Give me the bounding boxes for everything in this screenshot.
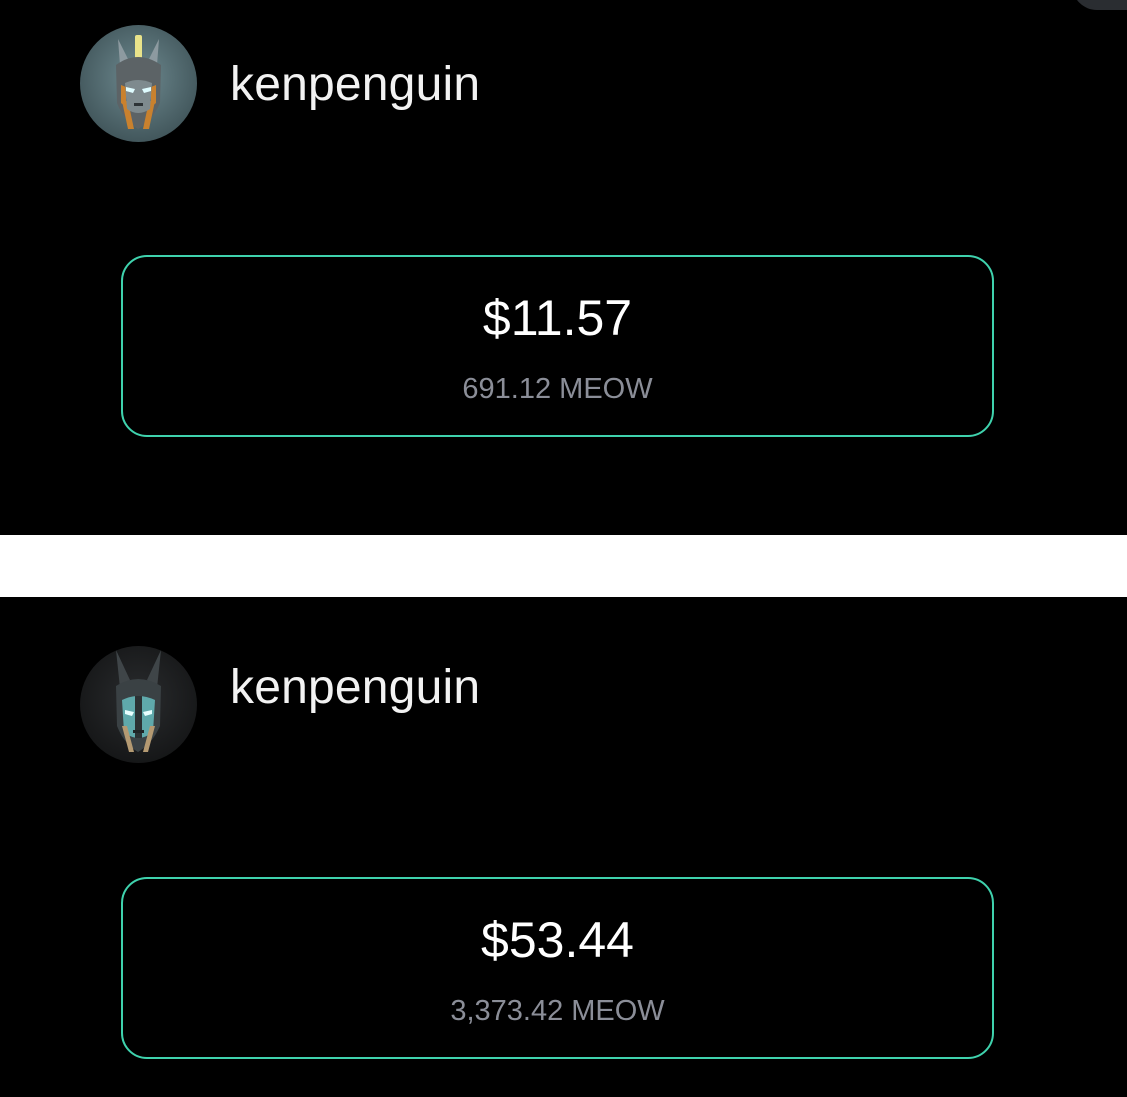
balance-usd: $11.57 [482,290,633,346]
balance-meow: 691.12 MEOW [462,373,653,405]
knight-helmet-avatar-icon[interactable] [80,25,197,142]
bottom-wallet-screen: kenpenguin $53.44 3,373.42 MEOW [0,597,1127,1097]
balance-meow: 3,373.42 MEOW [450,995,665,1027]
knight-helmet-avatar-icon[interactable] [80,646,197,763]
balance-usd: $53.44 [481,912,634,968]
corner-button[interactable] [1072,0,1127,10]
balance-card[interactable]: $11.57 691.12 MEOW [121,255,994,437]
balance-card[interactable]: $53.44 3,373.42 MEOW [121,877,994,1059]
username-label: kenpenguin [230,661,481,714]
top-wallet-screen: kenpenguin $11.57 691.12 MEOW [0,0,1127,535]
username-label: kenpenguin [230,58,481,111]
